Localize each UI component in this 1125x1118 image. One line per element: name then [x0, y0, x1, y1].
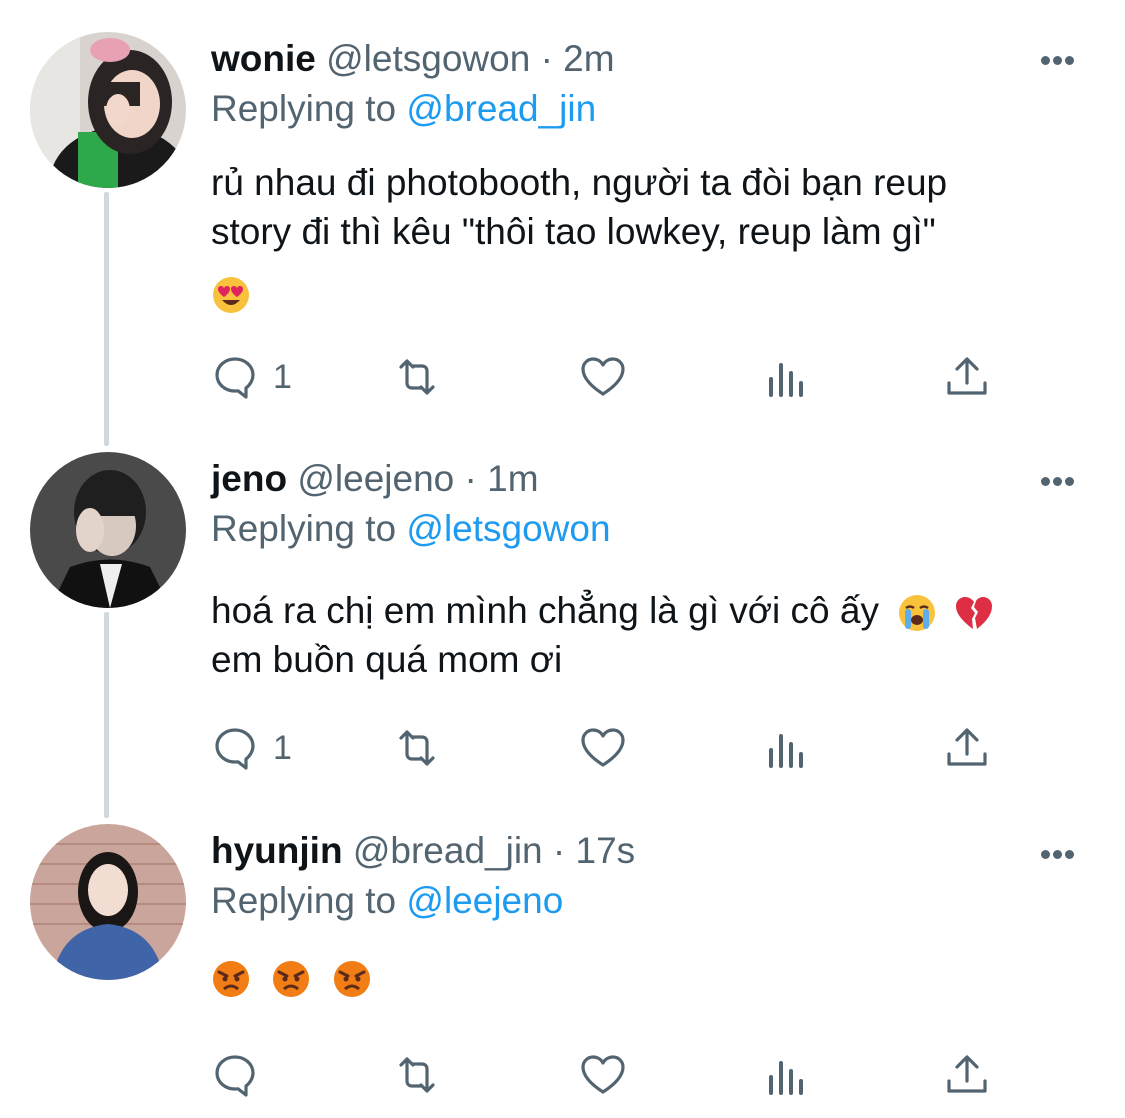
retweet-icon [399, 1057, 435, 1093]
views-icon [769, 1061, 803, 1095]
tweet[interactable]: hyunjin @bread_jin · 17s Replying to @le… [0, 810, 1125, 1118]
display-name[interactable]: hyunjin [211, 830, 343, 871]
tweet-text-line: em buồn quá mom ơi [211, 639, 563, 680]
avatar[interactable] [30, 824, 186, 980]
more-icon[interactable] [1041, 473, 1081, 493]
tweet-header: wonie @letsgowon · 2m [211, 36, 1081, 82]
display-name[interactable]: jeno [211, 458, 287, 499]
replying-prefix: Replying to [211, 880, 397, 921]
reply-count: 1 [273, 357, 292, 396]
more-icon[interactable] [1041, 52, 1081, 72]
like-button[interactable] [579, 1050, 627, 1100]
handle[interactable]: @bread_jin [353, 830, 543, 871]
share-icon [947, 1055, 987, 1093]
like-button[interactable] [579, 352, 627, 402]
retweet-icon [399, 730, 435, 766]
share-icon [947, 357, 987, 395]
avatar-image [30, 824, 186, 980]
retweet-button[interactable] [393, 1050, 441, 1100]
like-button[interactable] [579, 723, 627, 773]
replying-prefix: Replying to [211, 508, 397, 549]
retweet-icon [399, 359, 435, 395]
avatar[interactable] [30, 32, 186, 188]
views-icon [769, 734, 803, 768]
reply-button[interactable]: 1 [211, 723, 292, 773]
replying-prefix: Replying to [211, 88, 397, 129]
action-bar: 1 [211, 352, 1011, 402]
views-button[interactable] [763, 723, 811, 773]
share-button[interactable] [943, 352, 991, 402]
reply-button[interactable]: 1 [211, 352, 292, 402]
display-name[interactable]: wonie [211, 38, 316, 79]
reply-icon [215, 357, 255, 399]
reply-icon [215, 1055, 255, 1097]
crying-emoji [899, 595, 936, 632]
views-button[interactable] [763, 1050, 811, 1100]
handle[interactable]: @leejeno [297, 458, 454, 499]
avatar[interactable] [30, 452, 186, 608]
like-icon [581, 1055, 625, 1094]
reply-count: 1 [273, 728, 292, 767]
mention-link[interactable]: @bread_jin [406, 88, 596, 129]
heart-eyes-emoji [213, 277, 249, 314]
views-button[interactable] [763, 352, 811, 402]
like-icon [581, 728, 625, 767]
tweet-text-line: story đi thì kêu "thôi tao lowkey, reup … [211, 211, 936, 252]
replying-to: Replying to @leejeno [211, 878, 1081, 924]
action-bar: 1 [211, 723, 1011, 773]
timestamp[interactable]: · 17s [553, 830, 635, 871]
share-button[interactable] [943, 723, 991, 773]
broken-heart-emoji [955, 597, 992, 630]
timestamp[interactable]: · 2m [541, 38, 615, 79]
angry-emoji [333, 961, 370, 998]
avatar-image [30, 32, 186, 188]
tweet-text: rủ nhau đi photobooth, người ta đòi bạn … [211, 158, 1081, 314]
tweet-text: hoá ra chị em mình chẳng là gì với cô ấy… [211, 586, 1081, 684]
mention-link[interactable]: @letsgowon [406, 508, 610, 549]
reply-button[interactable] [211, 1050, 259, 1100]
tweet-text-line: hoá ra chị em mình chẳng là gì với cô ấy [211, 586, 1081, 635]
angry-emoji [273, 961, 310, 998]
retweet-button[interactable] [393, 352, 441, 402]
replying-to: Replying to @bread_jin [211, 86, 1081, 132]
avatar-image [30, 452, 186, 608]
angry-emoji [213, 961, 249, 998]
replying-to: Replying to @letsgowon [211, 506, 1081, 552]
tweet[interactable]: wonie @letsgowon · 2m Replying to @bread… [0, 0, 1125, 440]
tweet-text [211, 952, 1081, 998]
share-button[interactable] [943, 1050, 991, 1100]
handle[interactable]: @letsgowon [326, 38, 530, 79]
tweet-text-line: rủ nhau đi photobooth, người ta đòi bạn … [211, 162, 948, 203]
views-icon [769, 363, 803, 397]
tweet-text-span: hoá ra chị em mình chẳng là gì với cô ấy [211, 590, 879, 631]
like-icon [581, 357, 625, 396]
share-icon [947, 728, 987, 766]
tweet[interactable]: jeno @leejeno · 1m Replying to @letsgowo… [0, 440, 1125, 820]
action-bar [211, 1050, 1011, 1100]
timestamp[interactable]: · 1m [465, 458, 539, 499]
retweet-button[interactable] [393, 723, 441, 773]
tweet-header: hyunjin @bread_jin · 17s [211, 828, 1081, 874]
tweet-header: jeno @leejeno · 1m [211, 456, 1081, 502]
mention-link[interactable]: @leejeno [406, 880, 563, 921]
more-icon[interactable] [1041, 846, 1081, 866]
reply-icon [215, 728, 255, 770]
